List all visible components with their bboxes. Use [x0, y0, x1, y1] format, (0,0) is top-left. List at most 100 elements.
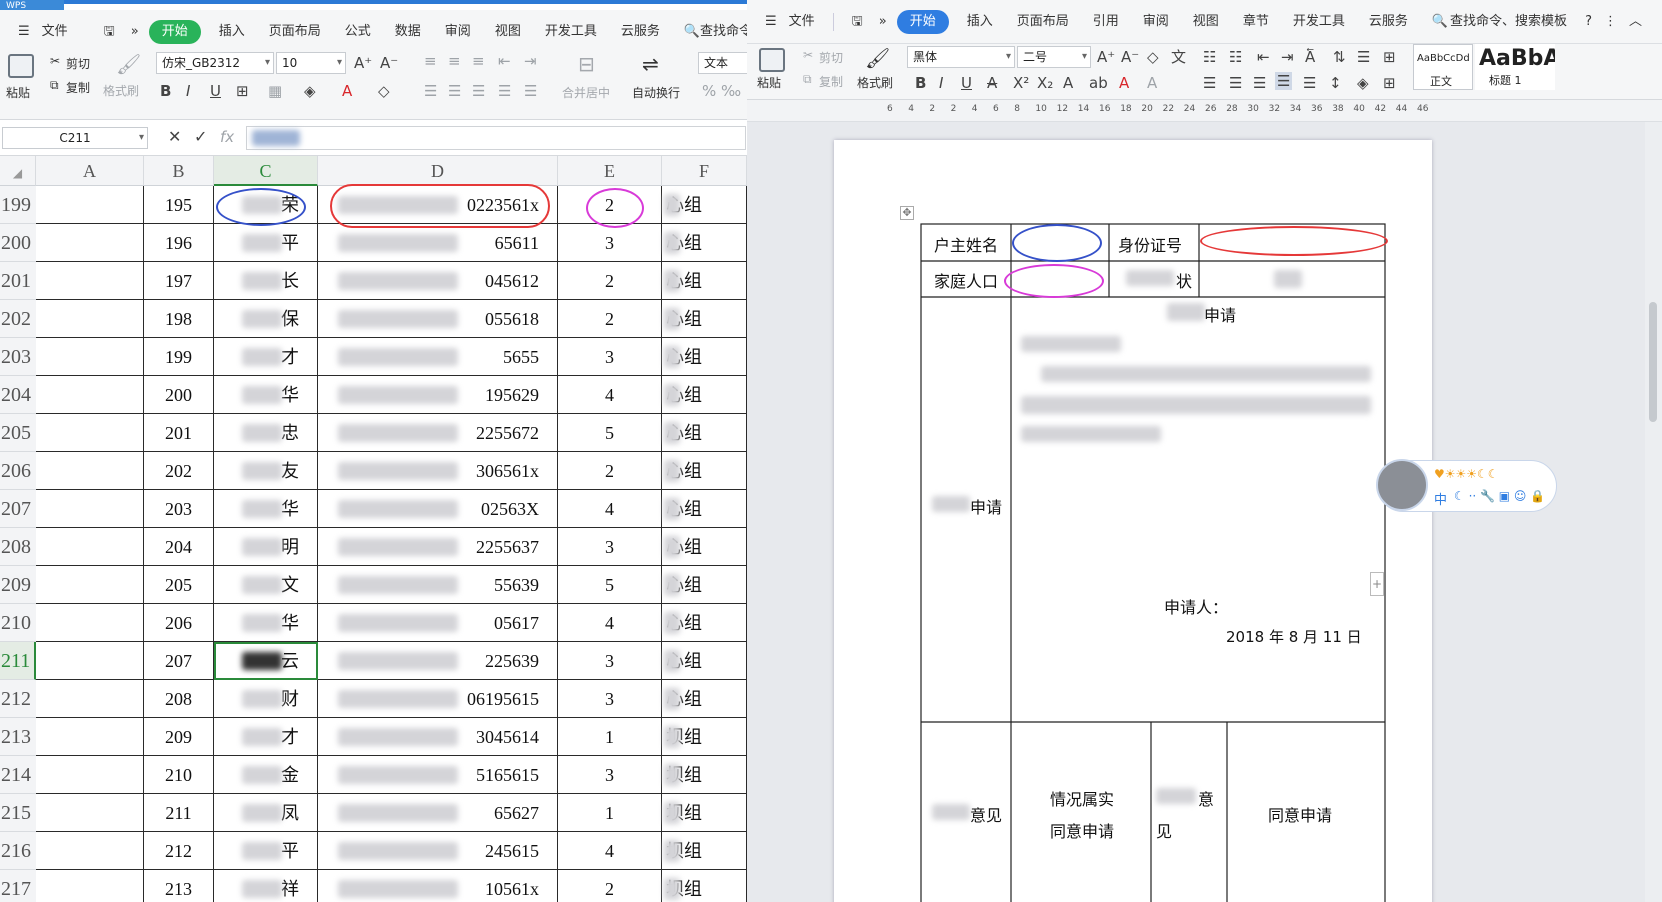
cell-b[interactable]: 212: [144, 832, 214, 870]
tab-cloud[interactable]: 云服务: [1357, 0, 1420, 44]
border-icon[interactable]: ⊞: [236, 82, 249, 100]
row-header[interactable]: 216: [0, 832, 36, 870]
font-size-select[interactable]: 10: [276, 52, 346, 74]
row-header[interactable]: 210: [0, 604, 36, 642]
row-header[interactable]: 200: [0, 224, 36, 262]
collapse-ribbon-icon[interactable]: ︿: [1623, 0, 1648, 44]
paste-icon[interactable]: [8, 54, 34, 78]
align-left-icon[interactable]: ☰: [1203, 74, 1216, 92]
tab-layout[interactable]: 页面布局: [1005, 0, 1081, 44]
fill-color-icon[interactable]: ◈: [304, 82, 316, 100]
row-header[interactable]: 207: [0, 490, 36, 528]
shrink-font-icon[interactable]: A⁻: [1121, 48, 1139, 66]
cell-a[interactable]: [36, 756, 144, 794]
align-right-icon[interactable]: ☰: [1253, 74, 1266, 92]
row-header[interactable]: 217: [0, 870, 36, 902]
row-header[interactable]: 202: [0, 300, 36, 338]
percent-icon[interactable]: % ‰: [702, 82, 741, 100]
row-header[interactable]: 212: [0, 680, 36, 718]
tab-developer[interactable]: 开发工具: [1281, 0, 1357, 44]
copy-button[interactable]: 复制: [819, 73, 843, 90]
cell-a[interactable]: [36, 376, 144, 414]
cut-icon[interactable]: ✂: [50, 54, 60, 68]
cell-a[interactable]: [36, 186, 144, 224]
col-header-f[interactable]: F: [662, 156, 747, 186]
bullet-list-icon[interactable]: ☷: [1203, 48, 1216, 66]
menu-icon[interactable]: ☰: [753, 0, 789, 44]
tab-references[interactable]: 引用: [1081, 0, 1131, 44]
cell-b[interactable]: 207: [144, 642, 214, 680]
bold-button[interactable]: B: [160, 82, 171, 100]
row-header[interactable]: 203: [0, 338, 36, 376]
row-header[interactable]: 209: [0, 566, 36, 604]
superscript-icon[interactable]: X²: [1013, 74, 1029, 92]
style-normal[interactable]: AaBbCcDd 正文: [1413, 44, 1473, 90]
text-direction-icon[interactable]: A⃖: [1305, 48, 1315, 66]
cell-e[interactable]: 3: [558, 528, 662, 566]
font-name-select[interactable]: 仿宋_GB2312: [156, 52, 274, 74]
style-heading1[interactable]: AaBbA 标题 1: [1475, 44, 1555, 90]
cell-b[interactable]: 204: [144, 528, 214, 566]
row-header[interactable]: 208: [0, 528, 36, 566]
cell-a[interactable]: [36, 338, 144, 376]
tab-insert[interactable]: 插入: [955, 0, 1005, 44]
cell-a[interactable]: [36, 718, 144, 756]
cell-a[interactable]: [36, 642, 144, 680]
merge-center-icon[interactable]: ⊟: [578, 52, 595, 76]
col-header-b[interactable]: B: [144, 156, 214, 186]
font-size-select[interactable]: 二号: [1017, 46, 1091, 68]
wrap-text-icon[interactable]: ⇌: [642, 52, 659, 76]
align-left-icon[interactable]: ☰: [424, 82, 437, 100]
font-color-icon[interactable]: A: [342, 82, 352, 100]
copy-button[interactable]: 复制: [66, 79, 90, 96]
row-header[interactable]: 199: [0, 186, 36, 224]
tab-view[interactable]: 视图: [1181, 0, 1231, 44]
outdent-icon[interactable]: ⇤: [1257, 48, 1270, 66]
cell-b[interactable]: 197: [144, 262, 214, 300]
italic-button[interactable]: I: [186, 82, 190, 100]
format-painter-icon[interactable]: 🖌: [865, 46, 890, 70]
indent-decrease-icon[interactable]: ⇤: [498, 52, 511, 70]
cell-b[interactable]: 210: [144, 756, 214, 794]
formula-input[interactable]: [246, 126, 746, 150]
cell-e[interactable]: 2: [558, 452, 662, 490]
number-format-select[interactable]: 文本: [698, 52, 747, 74]
distribute-icon[interactable]: ☰: [524, 82, 537, 100]
row-header[interactable]: 204: [0, 376, 36, 414]
tab-start[interactable]: 开始: [897, 10, 949, 34]
tab-start[interactable]: 开始: [149, 20, 201, 44]
grow-font-icon[interactable]: A⁺: [1097, 48, 1115, 66]
cell-e[interactable]: 2: [558, 300, 662, 338]
borders-icon[interactable]: ⊞: [1383, 74, 1396, 92]
confirm-icon[interactable]: ✓: [194, 128, 207, 146]
cell-b[interactable]: 198: [144, 300, 214, 338]
format-painter-icon[interactable]: 🖌: [116, 52, 141, 76]
cell-e[interactable]: 2: [558, 870, 662, 902]
ime-toolbar[interactable]: ♥☀☀☀☾☾ 中 ☾ ·· 🔧 ▣ ☺ 🔒: [1377, 460, 1557, 512]
row-header[interactable]: 214: [0, 756, 36, 794]
indent-icon[interactable]: ⇥: [1281, 48, 1294, 66]
cell-e[interactable]: 2: [558, 262, 662, 300]
cell-a[interactable]: [36, 680, 144, 718]
cell-e[interactable]: 4: [558, 376, 662, 414]
cell-a[interactable]: [36, 262, 144, 300]
col-header-d[interactable]: D: [318, 156, 558, 186]
cell-a[interactable]: [36, 490, 144, 528]
numbered-list-icon[interactable]: ☷: [1229, 48, 1242, 66]
vertical-scrollbar[interactable]: [1645, 122, 1662, 902]
cancel-icon[interactable]: ✕: [168, 128, 181, 146]
row-header[interactable]: 215: [0, 794, 36, 832]
select-all-corner[interactable]: ◢: [0, 156, 36, 186]
cell-b[interactable]: 201: [144, 414, 214, 452]
cell-b[interactable]: 202: [144, 452, 214, 490]
scroll-thumb[interactable]: [1649, 302, 1657, 422]
cell-a[interactable]: [36, 794, 144, 832]
cell-e[interactable]: 3: [558, 680, 662, 718]
columns-icon[interactable]: ⊞: [1383, 48, 1396, 66]
cell-e[interactable]: 4: [558, 832, 662, 870]
row-header[interactable]: 205: [0, 414, 36, 452]
cell-e[interactable]: 3: [558, 224, 662, 262]
col-header-e[interactable]: E: [558, 156, 662, 186]
cell-a[interactable]: [36, 452, 144, 490]
row-header[interactable]: 201: [0, 262, 36, 300]
